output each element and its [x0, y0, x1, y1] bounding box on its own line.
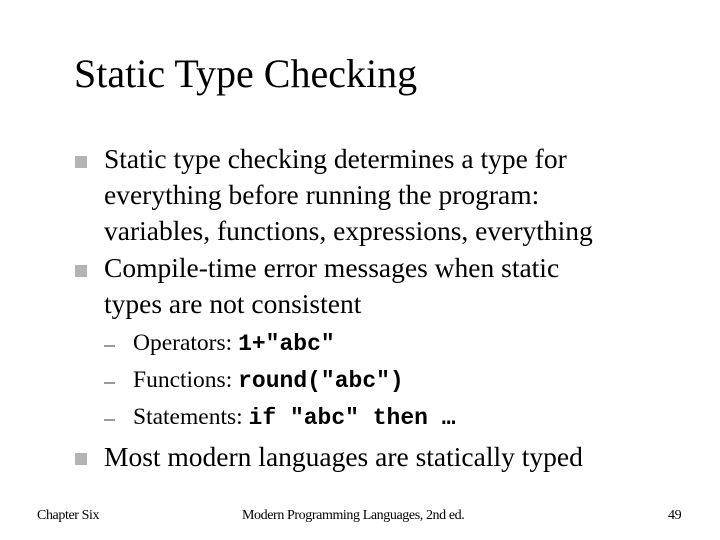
subbullet-label: Statements:	[133, 404, 249, 430]
dash-bullet-icon	[104, 382, 115, 384]
footer-page-number: 49	[668, 508, 682, 523]
subbullet-operators: Operators: 1+"abc"	[133, 328, 335, 359]
subbullet-functions: Functions: round("abc")	[133, 365, 404, 396]
code-snippet: 1+"abc"	[238, 331, 335, 357]
bullet-3-line-1: Most modern languages are statically typ…	[104, 441, 583, 472]
footer-book-title: Modern Programming Languages, 2nd ed.	[242, 508, 465, 523]
subbullet-label: Operators:	[133, 330, 239, 356]
bullet-1-line-2: everything before running the program:	[104, 179, 540, 210]
square-bullet-icon	[75, 156, 87, 168]
dash-bullet-icon	[104, 419, 115, 421]
footer-chapter: Chapter Six	[37, 508, 100, 523]
code-snippet: round("abc")	[238, 368, 404, 394]
square-bullet-icon	[75, 265, 87, 277]
bullet-1-line-1: Static type checking determines a type f…	[104, 143, 567, 174]
bullet-1-line-3: variables, functions, expressions, every…	[104, 215, 593, 246]
square-bullet-icon	[75, 453, 87, 465]
code-snippet: if "abc" then …	[248, 405, 456, 431]
bullet-2-line-2: types are not consistent	[104, 288, 362, 319]
bullet-2-line-1: Compile-time error messages when static	[104, 252, 560, 283]
subbullet-statements: Statements: if "abc" then …	[133, 402, 456, 433]
slide-title: Static Type Checking	[74, 51, 418, 96]
subbullet-label: Functions:	[133, 367, 239, 393]
dash-bullet-icon	[104, 345, 115, 347]
